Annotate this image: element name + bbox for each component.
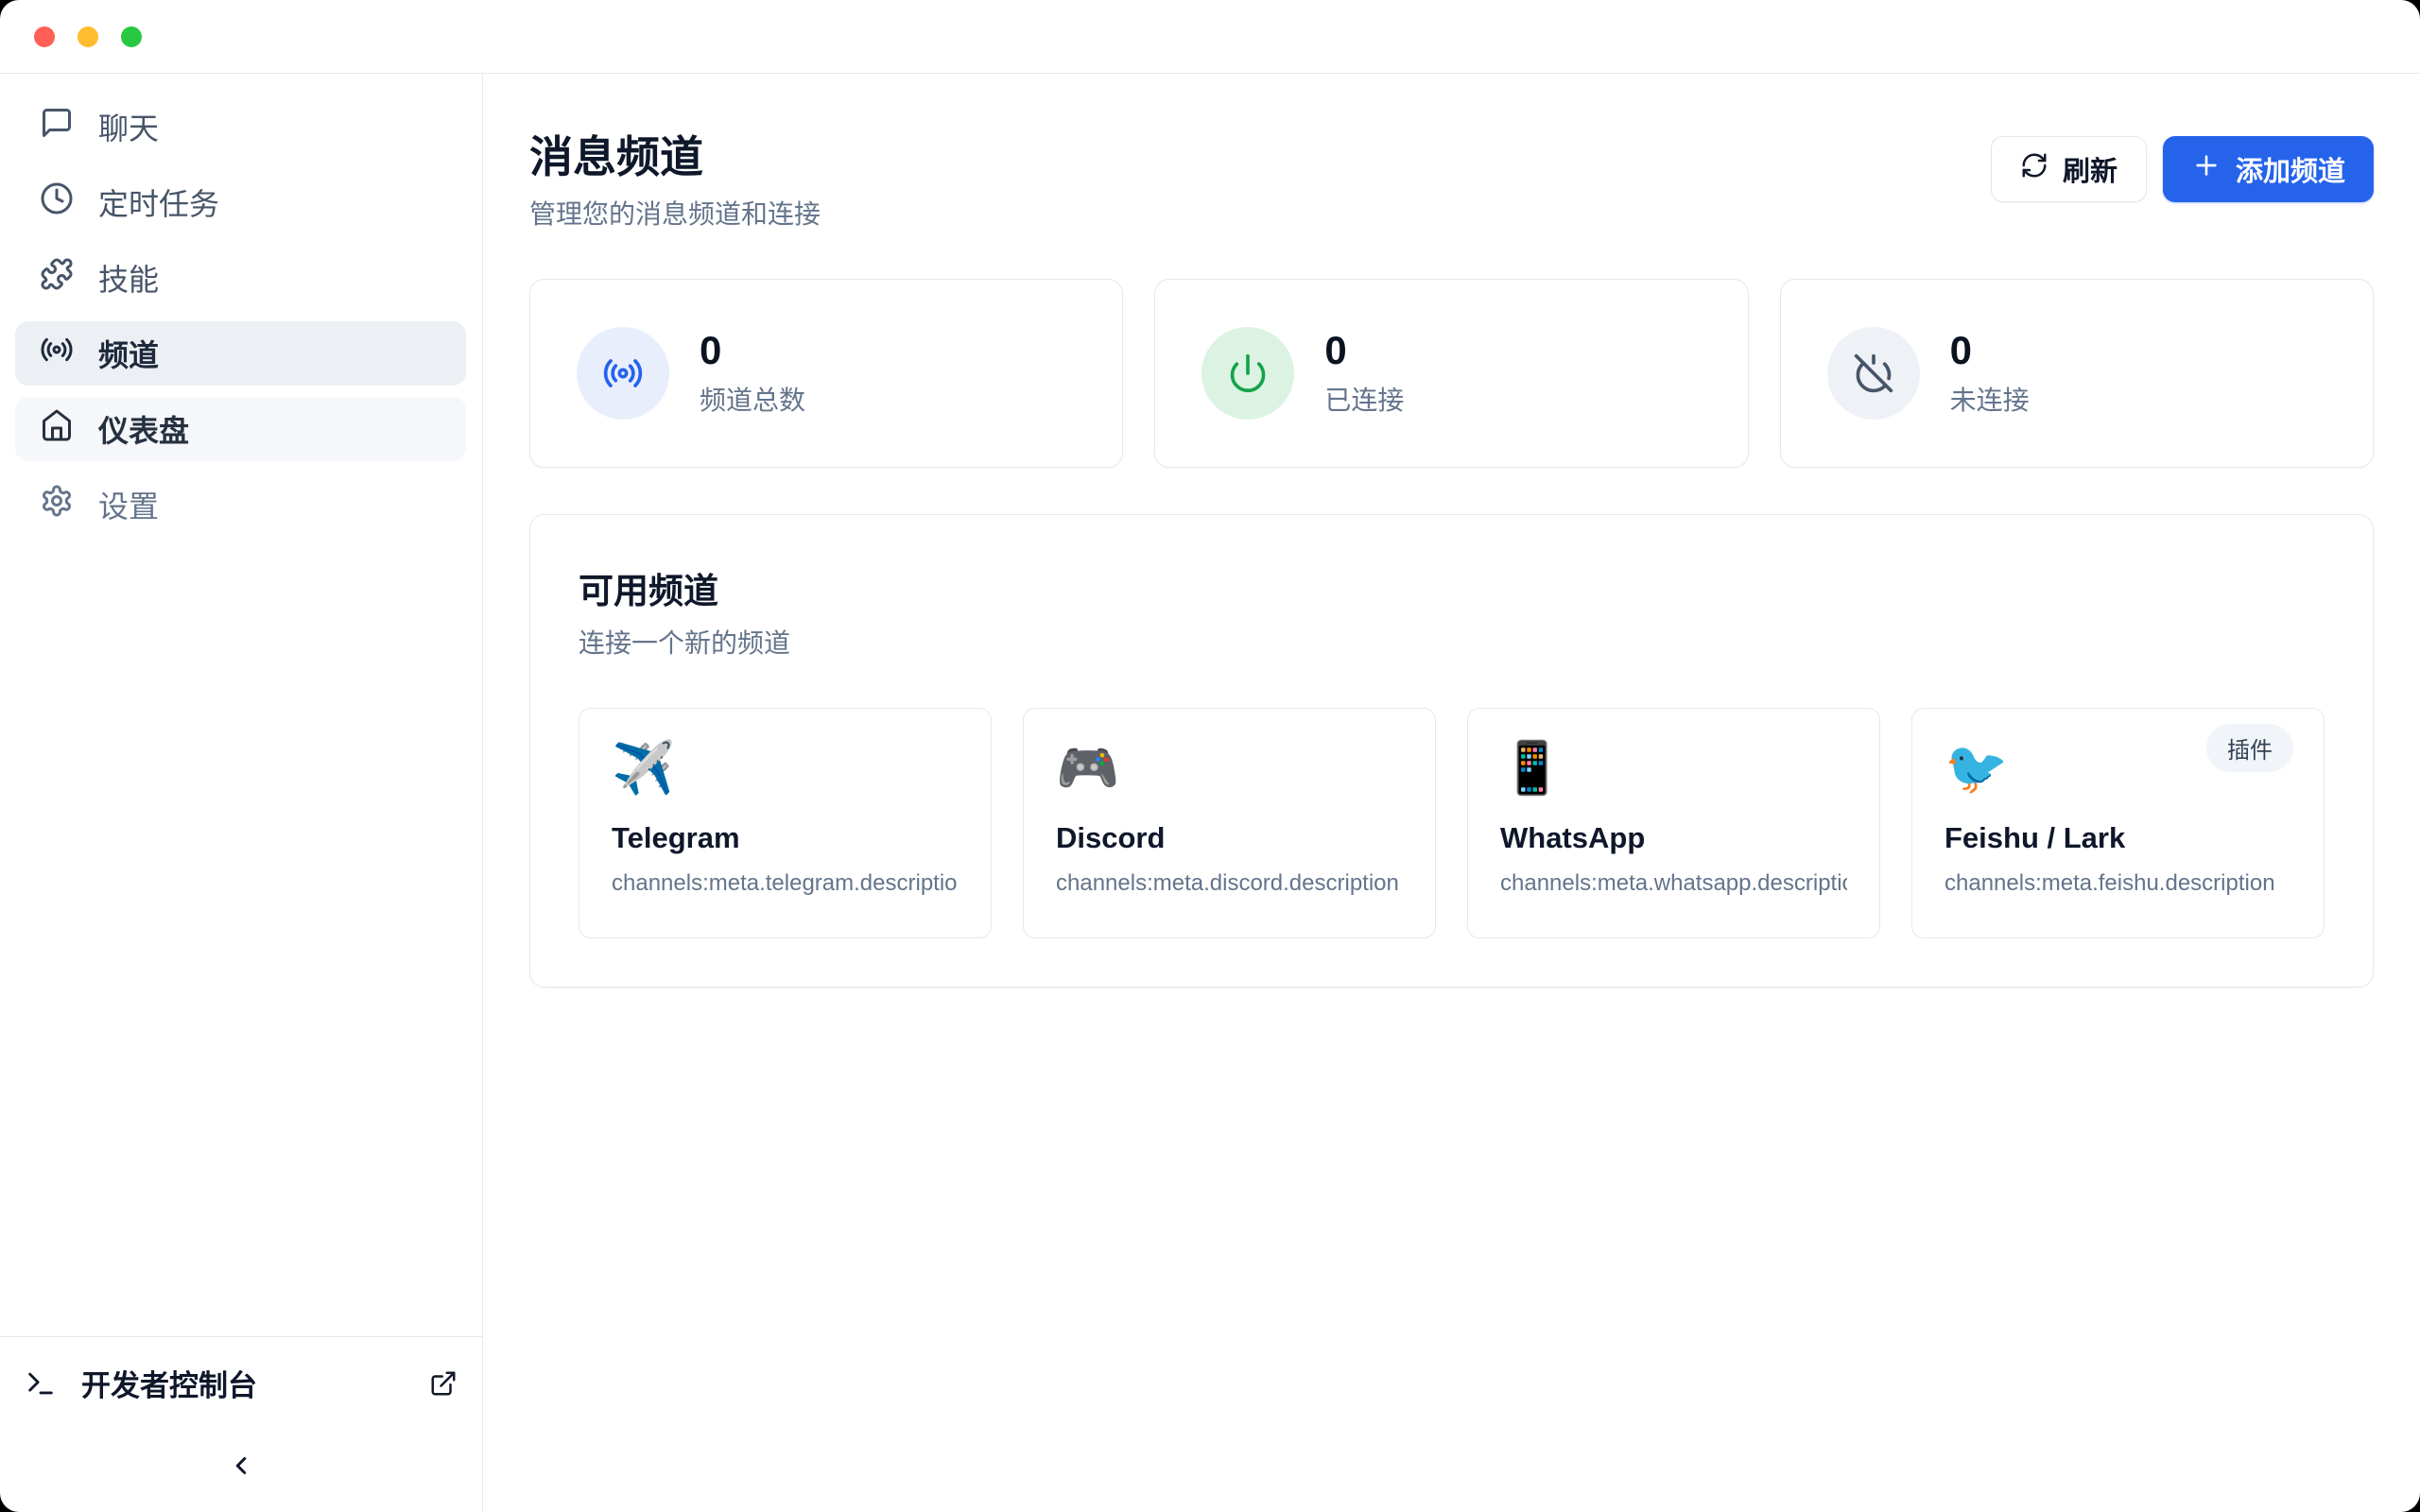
page-header: 消息频道 管理您的消息频道和连接 刷新 添加频道 — [529, 132, 2374, 232]
add-channel-button-label: 添加频道 — [2236, 149, 2345, 189]
channel-name: Telegram — [612, 821, 959, 855]
telegram-airplane-emoji-icon: ✈️ — [612, 741, 959, 797]
channel-grid: ✈️ Telegram channels:meta.telegram.descr… — [579, 708, 2325, 938]
sidebar-item-label: 聊天 — [98, 105, 159, 148]
sidebar-footer: 开发者控制台 — [0, 1336, 482, 1487]
chevron-left-icon — [227, 1452, 255, 1483]
stat-value: 0 — [1324, 329, 1404, 372]
traffic-lights — [34, 26, 142, 47]
available-channels-panel: 可用频道 连接一个新的频道 ✈️ Telegram channels:meta.… — [529, 514, 2374, 988]
sidebar: 聊天 定时任务 技能 — [0, 74, 483, 1512]
channel-name: Feishu / Lark — [1945, 821, 2291, 855]
sidebar-item-label: 频道 — [98, 332, 159, 375]
zoom-window-button[interactable] — [121, 26, 142, 47]
sidebar-item-skills[interactable]: 技能 — [15, 246, 466, 310]
sidebar-item-scheduled-tasks[interactable]: 定时任务 — [15, 170, 466, 234]
plugin-badge: 插件 — [2206, 724, 2293, 772]
sidebar-item-chat[interactable]: 聊天 — [15, 94, 466, 159]
stat-card-total-channels: 0 频道总数 — [529, 279, 1123, 468]
stat-label: 频道总数 — [700, 380, 805, 418]
available-channels-title: 可用频道 — [579, 562, 2325, 613]
sidebar-item-label: 仪表盘 — [98, 407, 189, 451]
channel-card-telegram[interactable]: ✈️ Telegram channels:meta.telegram.descr… — [579, 708, 992, 938]
stat-card-connected: 0 已连接 — [1154, 279, 1748, 468]
main-content: 消息频道 管理您的消息频道和连接 刷新 添加频道 — [483, 74, 2420, 1512]
stat-card-disconnected: 0 未连接 — [1780, 279, 2374, 468]
sidebar-item-label: 定时任务 — [98, 180, 219, 224]
sidebar-item-dashboard[interactable]: 仪表盘 — [15, 397, 466, 461]
terminal-icon — [25, 1367, 57, 1400]
stat-label: 未连接 — [1950, 380, 2030, 418]
add-channel-button[interactable]: 添加频道 — [2163, 136, 2374, 202]
whatsapp-phone-emoji-icon: 📱 — [1500, 741, 1847, 797]
home-icon — [40, 408, 74, 450]
close-window-button[interactable] — [34, 26, 55, 47]
external-link-icon — [429, 1369, 458, 1398]
available-channels-subtitle: 连接一个新的频道 — [579, 623, 2325, 661]
developer-console-link[interactable]: 开发者控制台 — [25, 1362, 458, 1404]
stat-value: 0 — [700, 329, 805, 372]
developer-console-label: 开发者控制台 — [81, 1362, 257, 1404]
discord-gamepad-emoji-icon: 🎮 — [1056, 741, 1403, 797]
channel-description: channels:meta.feishu.description — [1945, 870, 2291, 897]
broadcast-icon — [577, 327, 669, 420]
sidebar-item-label: 设置 — [98, 483, 159, 526]
minimize-window-button[interactable] — [78, 26, 98, 47]
refresh-button-label: 刷新 — [2063, 149, 2118, 189]
refresh-icon — [2020, 151, 2048, 187]
page-subtitle: 管理您的消息频道和连接 — [529, 194, 821, 232]
stat-value: 0 — [1950, 329, 2030, 372]
channel-card-feishu[interactable]: 插件 🐦 Feishu / Lark channels:meta.feishu.… — [1911, 708, 2325, 938]
puzzle-icon — [40, 257, 74, 299]
channel-description: channels:meta.telegram.description — [612, 870, 959, 897]
power-icon — [1201, 327, 1294, 420]
channel-description: channels:meta.whatsapp.description — [1500, 870, 1847, 897]
app-window: 聊天 定时任务 技能 — [0, 0, 2420, 1512]
clock-icon — [40, 181, 74, 223]
chat-bubble-icon — [40, 106, 74, 147]
title-bar — [0, 0, 2420, 74]
channel-name: Discord — [1056, 821, 1403, 855]
stats-row: 0 频道总数 0 已连接 — [529, 279, 2374, 468]
refresh-button[interactable]: 刷新 — [1991, 136, 2147, 202]
sidebar-item-settings[interactable]: 设置 — [15, 472, 466, 537]
plus-icon — [2191, 150, 2221, 188]
sidebar-item-channels[interactable]: 频道 — [15, 321, 466, 386]
gear-icon — [40, 484, 74, 525]
broadcast-icon — [40, 333, 74, 374]
channel-name: WhatsApp — [1500, 821, 1847, 855]
sidebar-nav: 聊天 定时任务 技能 — [15, 94, 466, 1336]
channel-description: channels:meta.discord.description — [1056, 870, 1403, 897]
page-title: 消息频道 — [529, 132, 821, 182]
sidebar-collapse-button[interactable] — [213, 1446, 269, 1487]
channel-card-discord[interactable]: 🎮 Discord channels:meta.discord.descript… — [1023, 708, 1436, 938]
stat-label: 已连接 — [1324, 380, 1404, 418]
channel-card-whatsapp[interactable]: 📱 WhatsApp channels:meta.whatsapp.descri… — [1467, 708, 1880, 938]
power-off-icon — [1827, 327, 1920, 420]
sidebar-item-label: 技能 — [98, 256, 159, 300]
